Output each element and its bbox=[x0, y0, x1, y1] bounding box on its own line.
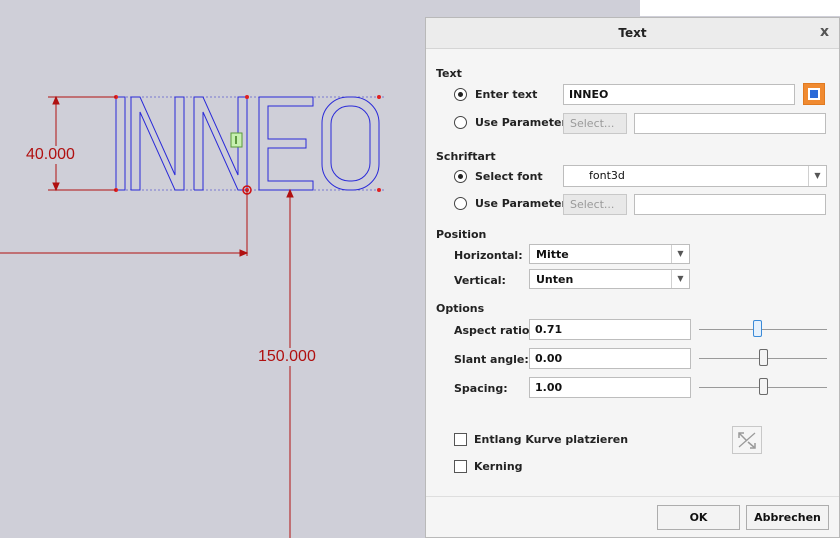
aspect-ratio-input[interactable]: 0.71 bbox=[529, 319, 691, 340]
along-curve-checkbox[interactable] bbox=[454, 433, 467, 446]
letter-E bbox=[258, 96, 314, 191]
font-select-button[interactable]: Select... bbox=[563, 194, 627, 215]
horizontal-dropdown[interactable]: Mitte ▼ bbox=[529, 244, 690, 264]
text-dialog: Text x Text Enter text INNEO Use Paramet… bbox=[425, 17, 840, 538]
enter-text-radio[interactable] bbox=[454, 88, 467, 101]
letter-N-1 bbox=[130, 96, 185, 191]
height-dimension-value[interactable]: 40.000 bbox=[24, 146, 77, 164]
dialog-titlebar[interactable]: Text x bbox=[426, 18, 839, 49]
letter-O bbox=[321, 96, 380, 191]
font-section-heading: Schriftart bbox=[436, 150, 496, 163]
options-section-heading: Options bbox=[436, 302, 485, 315]
aspect-ratio-slider-track[interactable] bbox=[699, 329, 827, 330]
aspect-ratio-label: Aspect ratio: bbox=[454, 324, 534, 337]
text-use-parameter-radio[interactable] bbox=[454, 116, 467, 129]
chevron-down-icon: ▼ bbox=[671, 245, 689, 263]
height-dimension bbox=[48, 95, 116, 192]
ok-button[interactable]: OK bbox=[657, 505, 740, 530]
flip-diagonal-arrows-icon[interactable] bbox=[732, 426, 762, 454]
slant-angle-label: Slant angle: bbox=[454, 353, 529, 366]
position-section-heading: Position bbox=[436, 228, 487, 241]
distance-dimension-value[interactable]: 150.000 bbox=[256, 348, 318, 366]
select-font-label: Select font bbox=[475, 170, 543, 183]
vertical-dropdown[interactable]: Unten ▼ bbox=[529, 269, 690, 289]
select-font-radio[interactable] bbox=[454, 170, 467, 183]
letter-I bbox=[115, 96, 126, 191]
horizontal-label: Horizontal: bbox=[454, 249, 523, 262]
text-select-button[interactable]: Select... bbox=[563, 113, 627, 134]
font-dropdown-value: font3d bbox=[589, 169, 625, 182]
font-dropdown[interactable]: font3d ▼ bbox=[563, 165, 827, 187]
slant-angle-slider-thumb[interactable] bbox=[758, 349, 768, 366]
close-icon[interactable]: x bbox=[820, 24, 829, 40]
text-use-parameter-label: Use Parameter bbox=[475, 116, 567, 129]
enter-text-label: Enter text bbox=[475, 88, 538, 101]
footer-divider bbox=[426, 496, 839, 497]
kerning-label: Kerning bbox=[474, 460, 523, 473]
horizontal-dimension bbox=[0, 190, 249, 257]
spacing-input[interactable]: 1.00 bbox=[529, 377, 691, 398]
vertical-label: Vertical: bbox=[454, 274, 506, 287]
dialog-title: Text bbox=[618, 26, 647, 40]
chevron-down-icon: ▼ bbox=[808, 166, 826, 186]
aspect-ratio-slider-thumb[interactable] bbox=[752, 320, 762, 337]
slant-angle-input[interactable]: 0.00 bbox=[529, 348, 691, 369]
along-curve-label: Entlang Kurve platzieren bbox=[474, 433, 629, 446]
vertical-dropdown-value: Unten bbox=[536, 273, 574, 286]
kerning-checkbox[interactable] bbox=[454, 460, 467, 473]
cancel-button[interactable]: Abbrechen bbox=[746, 505, 829, 530]
chevron-down-icon: ▼ bbox=[671, 270, 689, 288]
font-use-parameter-label: Use Parameter bbox=[475, 197, 567, 210]
font-use-parameter-radio[interactable] bbox=[454, 197, 467, 210]
text-section-heading: Text bbox=[436, 67, 462, 80]
orange-blue-square-icon[interactable] bbox=[803, 83, 825, 105]
font-parameter-input[interactable] bbox=[634, 194, 826, 215]
horizontal-dropdown-value: Mitte bbox=[536, 248, 569, 261]
spacing-slider-thumb[interactable] bbox=[758, 378, 768, 395]
text-parameter-input[interactable] bbox=[634, 113, 826, 134]
enter-text-input[interactable]: INNEO bbox=[563, 84, 795, 105]
spacing-label: Spacing: bbox=[454, 382, 508, 395]
